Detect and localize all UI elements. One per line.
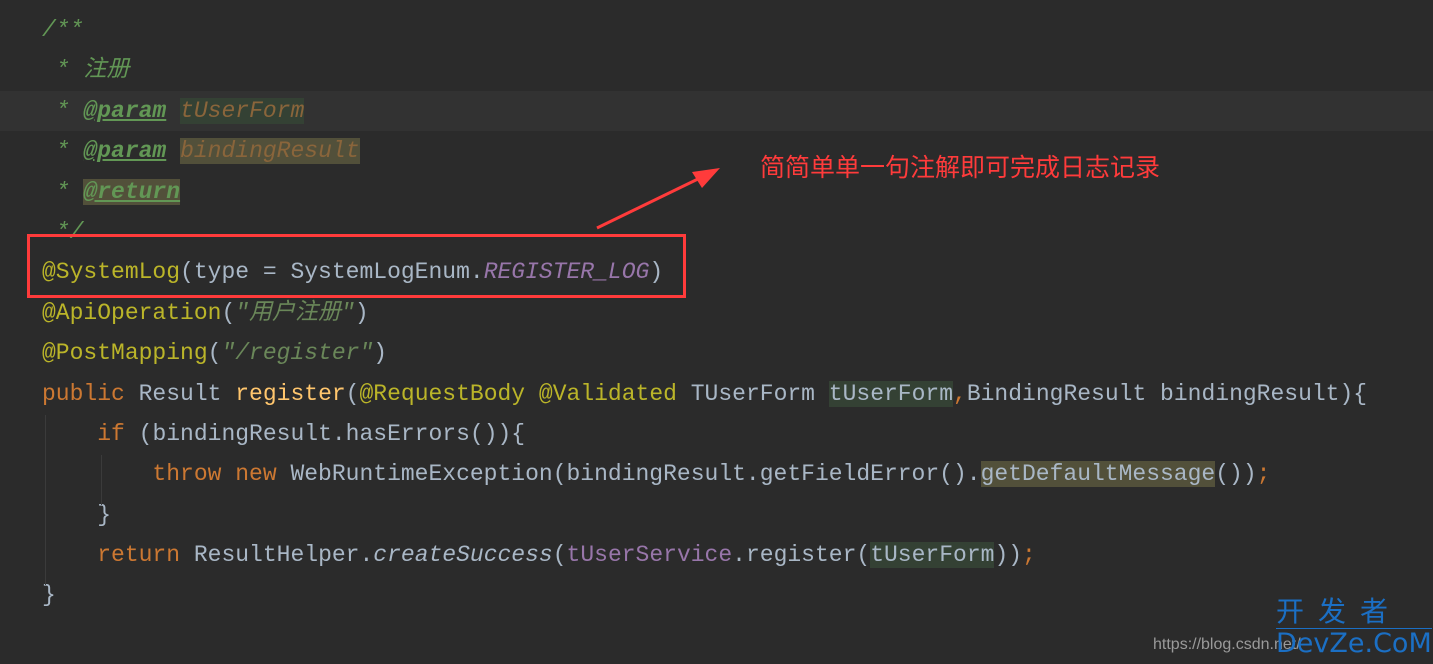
watermark-logo: 开发者 DevZe.CoM bbox=[1276, 596, 1432, 659]
watermark-cn: 开发者 bbox=[1276, 596, 1432, 629]
arrow-icon bbox=[596, 168, 720, 230]
watermark-en: DevZe.CoM bbox=[1276, 628, 1432, 659]
annotation-note: 简简单单一句注解即可完成日志记录 bbox=[760, 153, 1161, 182]
